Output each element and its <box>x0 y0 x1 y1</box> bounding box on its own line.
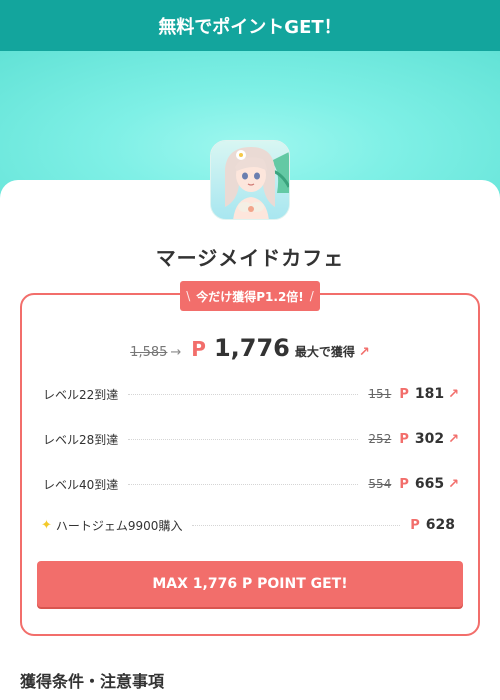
point-get-button[interactable]: MAX 1,776 P POINT GET! <box>37 561 463 607</box>
task-row: ✦ ハートジェム9900購入 P 628 <box>41 515 459 535</box>
header-title: 無料でポイントGET！ <box>158 16 342 38</box>
dotted-leader <box>128 438 359 440</box>
task-old-points: 151 <box>368 387 392 401</box>
up-arrow-icon: ↗ <box>448 431 459 447</box>
dotted-leader <box>128 393 359 395</box>
header-bar: 無料でポイントGET！ <box>0 0 500 51</box>
task-row: レベル22到達 151 P 181 ↗ <box>43 384 459 404</box>
bonus-badge: \ 今だけ獲得P1.2倍! / <box>180 281 320 311</box>
task-new-points: 628 <box>425 517 455 533</box>
point-mark: P <box>399 476 409 492</box>
task-row: レベル40到達 554 P 665 ↗ <box>43 474 459 494</box>
old-total-points: 1,585 <box>130 345 168 360</box>
task-old-points: 554 <box>368 477 392 491</box>
task-old-points: 252 <box>368 432 392 446</box>
dotted-leader <box>128 483 359 485</box>
app-name: マージメイドカフェ <box>155 246 345 270</box>
point-mark: P <box>191 337 206 361</box>
conditions-heading: 獲得条件・注意事項 <box>20 672 165 691</box>
badge-slash-right: / <box>309 289 314 303</box>
task-label: ハートジェム9900購入 <box>55 518 183 533</box>
up-arrow-icon: ↗ <box>448 476 459 492</box>
task-label: レベル28到達 <box>43 432 119 447</box>
point-mark: P <box>399 386 409 402</box>
task-new-points: 302 <box>414 431 445 447</box>
arrow-right-icon: → <box>170 345 182 360</box>
task-label: レベル40到達 <box>43 477 119 492</box>
new-total-points: 1,776 <box>213 334 290 362</box>
up-arrow-icon: ↗ <box>358 345 370 360</box>
task-row: レベル28到達 252 P 302 ↗ <box>43 429 459 449</box>
mermaid-character-icon <box>211 141 289 219</box>
point-mark: P <box>410 517 420 533</box>
app-icon[interactable] <box>210 140 290 220</box>
badge-label: 今だけ獲得P1.2倍! <box>196 289 304 304</box>
badge-slash-left: \ <box>186 289 191 303</box>
task-label: レベル22到達 <box>43 387 119 402</box>
point-mark: P <box>399 431 409 447</box>
max-note: 最大で獲得 <box>294 345 355 359</box>
task-new-points: 665 <box>414 476 445 492</box>
sparkle-icon: ✦ <box>41 517 52 533</box>
total-points-row: 1,585 → P 1,776 最大で獲得 ↗ <box>0 334 500 362</box>
up-arrow-icon: ↗ <box>448 386 459 402</box>
task-new-points: 181 <box>414 386 445 402</box>
dotted-leader <box>192 524 401 526</box>
